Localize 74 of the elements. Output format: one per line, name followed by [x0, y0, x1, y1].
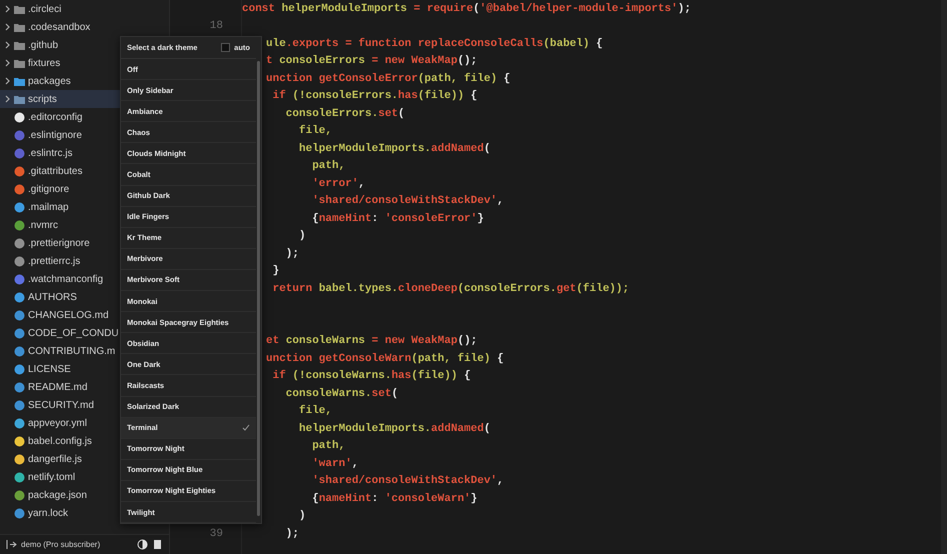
file-name: .github [28, 40, 58, 50]
code-line: ule.exports = function replaceConsoleCalls(babel) { [266, 38, 603, 50]
code-line: ); [284, 528, 300, 540]
code-line: return babel.types.cloneDeep(consoleErrors.get(file)); [272, 282, 630, 295]
code-line: helperModuleImports.addNamed( [298, 422, 490, 435]
code-line: file, [298, 125, 332, 138]
code-line: const helperModuleImports = require('@babel/helper-module-imports'); [242, 2, 691, 15]
file-name: .editorconfig [28, 112, 82, 122]
file-name: netlify.toml [28, 472, 76, 482]
code-line: consoleWarns.set( [284, 388, 398, 400]
file-name: CODE_OF_CONDU [28, 328, 119, 338]
user-label: demo (Pro subscriber) [21, 540, 102, 549]
code-line: helperModuleImports.addNamed( [298, 142, 490, 155]
file-name: .eslintignore [28, 130, 82, 140]
file-name: packages [28, 76, 71, 86]
file-name: appveyor.yml [28, 418, 87, 428]
chevron-icon [4, 23, 11, 31]
code-line: {nameHint: 'consoleError'} [311, 212, 484, 225]
login-icon[interactable] [6, 539, 17, 550]
line-number: 39 [210, 528, 223, 540]
file-name: .gitignore [28, 184, 70, 194]
code-line: unction getConsoleError(path, file) { [266, 72, 510, 85]
code-line: et consoleWarns = new WeakMap(); [266, 335, 478, 348]
code-line: 'shared/consoleWithStackDev', [311, 195, 504, 208]
line-number: 18 [210, 20, 223, 32]
chevron-icon [4, 41, 11, 49]
chevron-icon [4, 5, 11, 13]
chevron-icon [4, 59, 11, 67]
code-line: 'warn', [311, 458, 358, 470]
code-line: 'error', [311, 178, 366, 190]
panel-icon[interactable] [152, 539, 163, 550]
code-line: ) [298, 510, 306, 522]
file-name: .nvmrc [28, 220, 58, 230]
code-line: if (!consoleErrors.has(file)) { [272, 90, 478, 102]
file-tree-item[interactable]: .codesandbox [0, 18, 169, 36]
scrollbar-thumb[interactable] [257, 61, 260, 516]
chevron-icon [4, 77, 11, 85]
file-tree-item[interactable]: .circleci [0, 0, 169, 18]
file-name: README.md [28, 382, 88, 392]
chevron-icon [4, 95, 11, 103]
code-line: ); [284, 248, 300, 260]
code-line: path, [311, 160, 346, 172]
auto-checkbox[interactable] [221, 43, 230, 52]
code-line: {nameHint: 'consoleWarn'} [311, 492, 478, 505]
contrast-icon[interactable] [137, 539, 148, 550]
file-name: .eslintrc.js [28, 148, 72, 158]
file-name: .codesandbox [28, 22, 90, 32]
file-name: .prettierignore [28, 238, 90, 248]
file-name: .circleci [28, 4, 62, 14]
file-name: package.json [28, 490, 87, 500]
code-line: consoleErrors.set( [284, 108, 405, 120]
file-name: .gitattributes [28, 166, 82, 176]
file-name: fixtures [28, 58, 60, 68]
code-line: path, [311, 440, 346, 452]
file-name: .prettierrc.js [28, 256, 80, 266]
file-name: babel.config.js [28, 436, 92, 446]
file-name: SECURITY.md [28, 400, 94, 410]
file-name: AUTHORS [28, 292, 77, 302]
code-line: 'shared/consoleWithStackDev', [311, 475, 504, 488]
file-name: .mailmap [28, 202, 69, 212]
file-name: CHANGELOG.md [28, 310, 109, 320]
code-line: } [272, 265, 280, 278]
code-line: ) [298, 230, 306, 242]
code-line: t consoleErrors = new WeakMap(); [266, 55, 478, 68]
code-line: if (!consoleWarns.has(file)) { [272, 370, 471, 382]
code-line: file, [298, 405, 332, 418]
code-line: unction getConsoleWarn(path, file) { [266, 352, 504, 365]
file-name: .watchmanconfig [28, 274, 104, 284]
file-name: CONTRIBUTING.m [28, 346, 116, 356]
check-icon [242, 424, 250, 432]
file-name: LICENSE [28, 364, 71, 374]
file-name: dangerfile.js [28, 454, 82, 464]
file-name: scripts [28, 94, 57, 104]
file-name: yarn.lock [28, 508, 68, 518]
